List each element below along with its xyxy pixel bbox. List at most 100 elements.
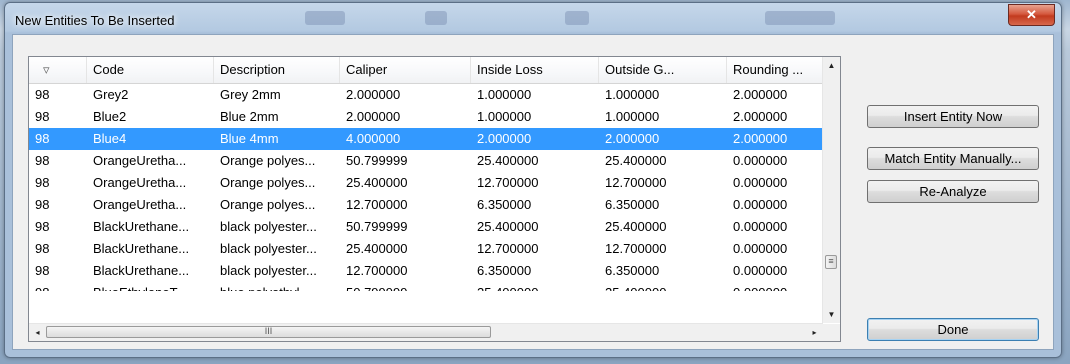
column-header-description[interactable]: Description: [214, 57, 340, 83]
cell-num: 98: [35, 263, 50, 278]
dialog-window: New Entities To Be Inserted ✕ ▿ Code Des…: [4, 2, 1062, 358]
title-bar[interactable]: New Entities To Be Inserted ✕: [5, 3, 1061, 37]
cell-rounding: 2.000000: [733, 109, 788, 124]
cell-outside-gain: 25.400000: [599, 282, 727, 291]
cell-description: black polyester...: [220, 263, 317, 278]
scroll-right-icon[interactable]: ▸: [806, 324, 823, 341]
table-header: ▿ Code Description Caliper Inside Loss O…: [29, 57, 823, 84]
cell-rounding: 0.000000: [733, 263, 788, 278]
entities-table[interactable]: ▿ Code Description Caliper Inside Loss O…: [28, 56, 841, 342]
cell-num: 98: [35, 153, 50, 168]
cell-rounding: 0.000000: [733, 197, 788, 212]
scroll-up-icon[interactable]: ▲: [823, 57, 840, 74]
column-header-inside-loss[interactable]: Inside Loss: [471, 57, 599, 83]
cell-caliper: 25.400000: [346, 241, 408, 256]
cell-description: Blue 4mm: [220, 131, 279, 146]
cell-caliper: 25.400000: [346, 175, 408, 190]
horizontal-scroll-thumb[interactable]: III: [46, 326, 491, 338]
column-header-code[interactable]: Code: [87, 57, 214, 83]
cell-outside-gain: 1.000000: [605, 87, 660, 102]
cell-rounding: 0.000000: [733, 219, 788, 234]
cell-outside-gain: 12.700000: [605, 175, 667, 190]
cell-num: 98: [35, 197, 50, 212]
column-header-sort[interactable]: ▿: [29, 57, 87, 83]
cell-inside-loss: 6.350000: [477, 263, 532, 278]
cell-code: Blue2: [93, 109, 127, 124]
table-row[interactable]: 98 BlueEthyleneT... blue polyethyl... 50…: [29, 282, 823, 291]
done-button[interactable]: Done: [867, 318, 1039, 341]
close-button[interactable]: ✕: [1008, 4, 1055, 26]
table-row[interactable]: 98 BlackUrethane... black polyester... 1…: [29, 260, 823, 282]
cell-code: Grey2: [93, 87, 129, 102]
cell-code: BlueEthyleneT...: [87, 282, 214, 291]
cell-num: 98: [35, 241, 50, 256]
table-row[interactable]: 98 Blue4 Blue 4mm 4.000000 2.000000 2.00…: [29, 128, 823, 150]
cell-inside-loss: 25.400000: [477, 219, 539, 234]
cell-inside-loss: 2.000000: [477, 131, 532, 146]
background-ghost: [565, 11, 589, 25]
cell-description: blue polyethyl...: [214, 282, 340, 291]
cell-description: black polyester...: [220, 219, 317, 234]
cell-outside-gain: 25.400000: [605, 219, 667, 234]
column-header-caliper[interactable]: Caliper: [340, 57, 471, 83]
cell-code: BlackUrethane...: [93, 241, 190, 256]
cell-inside-loss: 1.000000: [477, 109, 532, 124]
table-row[interactable]: 98 BlackUrethane... black polyester... 2…: [29, 238, 823, 260]
grip-icon: ≡: [828, 256, 834, 266]
background-ghost: [305, 11, 345, 25]
match-entity-manually-button[interactable]: Match Entity Manually...: [867, 147, 1039, 170]
cell-description: Orange polyes...: [220, 175, 316, 190]
cell-inside-loss: 12.700000: [477, 241, 539, 256]
table-row[interactable]: 98 Grey2 Grey 2mm 2.000000 1.000000 1.00…: [29, 84, 823, 106]
cell-code: BlackUrethane...: [93, 219, 190, 234]
horizontal-scrollbar[interactable]: ◂ III ▸: [29, 323, 823, 341]
cell-inside-loss: 12.700000: [477, 175, 539, 190]
grip-icon: III: [264, 326, 273, 336]
cell-outside-gain: 6.350000: [605, 263, 660, 278]
cell-caliper: 4.000000: [346, 131, 401, 146]
cell-outside-gain: 2.000000: [605, 131, 660, 146]
close-icon: ✕: [1026, 7, 1037, 22]
cell-code: OrangeUretha...: [93, 153, 187, 168]
insert-entity-now-button[interactable]: Insert Entity Now: [867, 105, 1039, 128]
cell-code: OrangeUretha...: [93, 197, 187, 212]
table-row[interactable]: 98 Blue2 Blue 2mm 2.000000 1.000000 1.00…: [29, 106, 823, 128]
cell-caliper: 50.799999: [346, 153, 408, 168]
scroll-down-icon[interactable]: ▼: [823, 306, 840, 323]
column-header-outside-gain[interactable]: Outside G...: [599, 57, 727, 83]
sort-icon: ▿: [43, 62, 50, 77]
window-title: New Entities To Be Inserted: [15, 13, 175, 28]
cell-outside-gain: 25.400000: [605, 153, 667, 168]
table-row[interactable]: 98 BlackUrethane... black polyester... 5…: [29, 216, 823, 238]
cell-inside-loss: 6.350000: [477, 197, 532, 212]
cell-inside-loss: 1.000000: [477, 87, 532, 102]
background-ghost: [425, 11, 447, 25]
cell-caliper: 2.000000: [346, 87, 401, 102]
scrollbar-corner: [823, 324, 840, 341]
cell-code: Blue4: [93, 131, 127, 146]
cell-description: Grey 2mm: [220, 87, 281, 102]
table-row[interactable]: 98 OrangeUretha... Orange polyes... 25.4…: [29, 172, 823, 194]
cell-num: 98: [35, 87, 50, 102]
dialog-body: ▿ Code Description Caliper Inside Loss O…: [12, 34, 1054, 350]
cell-rounding: 0.000000: [733, 241, 788, 256]
cell-num: 98: [35, 219, 50, 234]
cell-rounding: 0.000000: [733, 153, 788, 168]
cell-code: BlackUrethane...: [93, 263, 190, 278]
cell-num: 98: [29, 282, 87, 291]
cell-caliper: 12.700000: [346, 263, 408, 278]
cell-description: Orange polyes...: [220, 197, 316, 212]
cell-num: 98: [35, 131, 50, 146]
vertical-scrollbar[interactable]: ▲ ≡ ▼: [822, 57, 840, 323]
cell-outside-gain: 6.350000: [605, 197, 660, 212]
cell-num: 98: [35, 175, 50, 190]
cell-num: 98: [35, 109, 50, 124]
vertical-scroll-thumb[interactable]: ≡: [825, 255, 837, 269]
re-analyze-button[interactable]: Re-Analyze: [867, 180, 1039, 203]
table-row[interactable]: 98 OrangeUretha... Orange polyes... 12.7…: [29, 194, 823, 216]
column-header-rounding[interactable]: Rounding ...: [727, 57, 823, 83]
cell-outside-gain: 1.000000: [605, 109, 660, 124]
table-row[interactable]: 98 OrangeUretha... Orange polyes... 50.7…: [29, 150, 823, 172]
scroll-left-icon[interactable]: ◂: [29, 324, 46, 341]
cell-description: black polyester...: [220, 241, 317, 256]
